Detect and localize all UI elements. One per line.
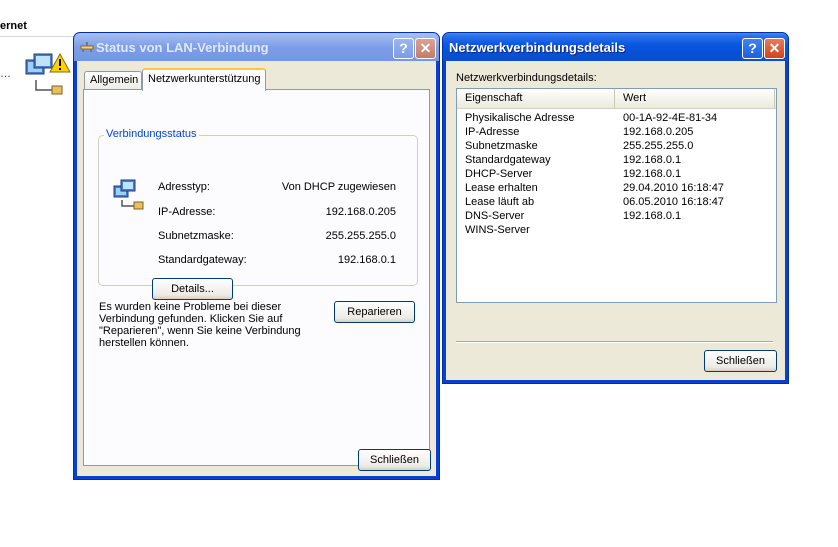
value-cell: 192.168.0.1	[623, 210, 682, 222]
default-gateway-label: Standardgateway:	[158, 254, 247, 266]
details-window-titlebar[interactable]: Netzwerkverbindungsdetails ? ✕	[443, 33, 788, 61]
tab-netzwerkunterstuetzung[interactable]: Netzwerkunterstützung	[142, 68, 266, 91]
details-list-header: Eigenschaft Wert	[457, 89, 776, 109]
property-cell: WINS-Server	[465, 224, 530, 236]
network-connection-warning-icon[interactable]	[22, 50, 72, 102]
details-list[interactable]: Eigenschaft Wert Physikalische Adresse 00…	[456, 88, 777, 303]
details-button[interactable]: Details...	[152, 278, 233, 300]
list-item[interactable]: Lease erhalten 29.04.2010 16:18:47	[457, 181, 776, 195]
address-type-value: Von DHCP zugewiesen	[281, 181, 396, 193]
list-item[interactable]: Lease läuft ab 06.05.2010 16:18:47	[457, 195, 776, 209]
ip-address-value: 192.168.0.205	[325, 206, 396, 218]
details-window-client: Netzwerkverbindungsdetails: Eigenschaft …	[446, 61, 785, 380]
subnet-mask-value: 255.255.255.0	[325, 230, 396, 242]
property-cell: DNS-Server	[465, 210, 525, 222]
list-item[interactable]: Subnetzmaske 255.255.255.0	[457, 139, 776, 153]
value-cell: 06.05.2010 16:18:47	[623, 196, 724, 208]
close-window-button[interactable]: ✕	[415, 38, 436, 59]
background-ellipsis: …	[0, 68, 11, 80]
column-header-property[interactable]: Eigenschaft	[457, 89, 615, 108]
status-window-titlebar[interactable]: Status von LAN-Verbindung ? ✕	[74, 33, 439, 61]
column-header-value[interactable]: Wert	[615, 89, 775, 108]
property-cell: Subnetzmaske	[465, 140, 538, 152]
background-window-title: ernet	[0, 20, 27, 32]
value-cell: 192.168.0.1	[623, 154, 682, 166]
subnet-mask-label: Subnetzmaske:	[158, 230, 234, 242]
value-cell: 192.168.0.205	[623, 126, 694, 138]
property-cell: Physikalische Adresse	[465, 112, 575, 124]
details-label: Netzwerkverbindungsdetails:	[456, 72, 597, 84]
value-cell: 29.04.2010 16:18:47	[623, 182, 724, 194]
help-button[interactable]: ?	[742, 38, 763, 59]
property-cell: IP-Adresse	[465, 126, 520, 138]
status-window-client: Allgemein Netzwerkunterstützung Verbindu…	[77, 61, 436, 476]
separator	[456, 341, 773, 343]
background-divider	[0, 36, 75, 37]
default-gateway-value: 192.168.0.1	[337, 254, 396, 266]
value-cell: 00-1A-92-4E-81-34	[623, 112, 718, 124]
details-close-button[interactable]: Schließen	[704, 350, 777, 372]
details-window-title: Netzwerkverbindungsdetails	[449, 40, 626, 55]
repair-button[interactable]: Reparieren	[334, 301, 415, 323]
property-cell: DHCP-Server	[465, 168, 533, 180]
list-item[interactable]: DHCP-Server 192.168.0.1	[457, 167, 776, 181]
tab-allgemein[interactable]: Allgemein	[84, 71, 142, 90]
ip-address-label: IP-Adresse:	[158, 206, 216, 218]
address-type-label: Adresstyp:	[158, 181, 210, 193]
connection-status-group-label: Verbindungsstatus	[104, 128, 199, 140]
status-window: Status von LAN-Verbindung ? ✕ Allgemein …	[73, 32, 440, 480]
list-item[interactable]: Standardgateway 192.168.0.1	[457, 153, 776, 167]
value-cell: 255.255.255.0	[623, 140, 694, 152]
property-cell: Lease erhalten	[465, 182, 538, 194]
value-cell: 192.168.0.1	[623, 168, 682, 180]
property-cell: Standardgateway	[465, 154, 551, 166]
lan-connection-icon	[80, 42, 94, 52]
status-window-title: Status von LAN-Verbindung	[96, 40, 269, 55]
list-item[interactable]: DNS-Server 192.168.0.1	[457, 209, 776, 223]
list-item[interactable]: Physikalische Adresse 00-1A-92-4E-81-34	[457, 111, 776, 125]
diagnosis-message: Es wurden keine Probleme bei dieser Verb…	[99, 301, 301, 349]
tab-panel: Verbindungsstatus Adresstyp: Von DHCP zu…	[83, 89, 430, 466]
list-item[interactable]: WINS-Server	[457, 223, 776, 237]
close-button[interactable]: Schließen	[358, 449, 431, 471]
network-computers-icon	[113, 179, 144, 210]
close-window-button[interactable]: ✕	[764, 38, 785, 59]
list-item[interactable]: IP-Adresse 192.168.0.205	[457, 125, 776, 139]
details-window: Netzwerkverbindungsdetails ? ✕ Netzwerkv…	[442, 32, 789, 384]
property-cell: Lease läuft ab	[465, 196, 535, 208]
help-button[interactable]: ?	[393, 38, 414, 59]
